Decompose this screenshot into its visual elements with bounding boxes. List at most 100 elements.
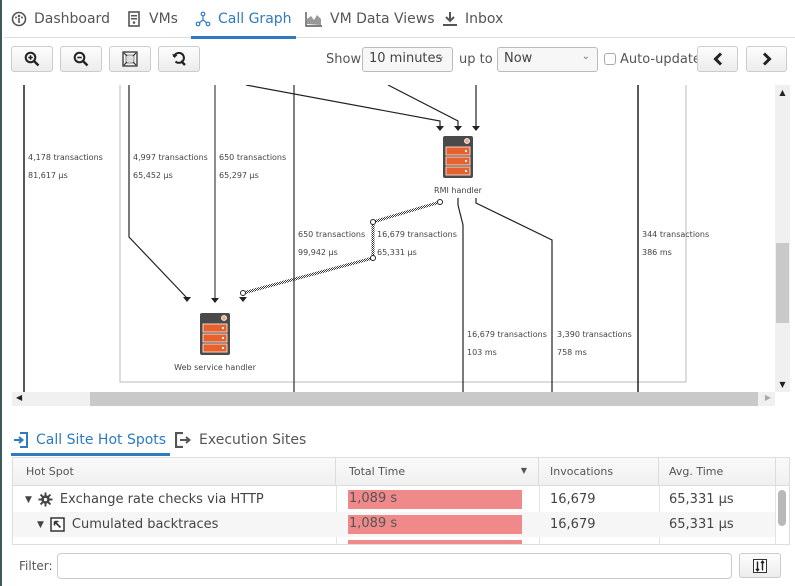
scroll-up-arrow[interactable]: ▲ bbox=[775, 88, 790, 97]
call-graph-canvas[interactable]: RMI handler Web service handler 4,178 tr… bbox=[12, 85, 775, 392]
edge-arrow bbox=[239, 297, 247, 302]
previous-button[interactable] bbox=[697, 46, 738, 72]
tab-dashboard[interactable]: Dashboard bbox=[11, 0, 110, 38]
hot-spot-name: Exchange rate checks via HTTP bbox=[59, 492, 264, 507]
zoom-out-button[interactable] bbox=[60, 46, 102, 72]
tab-inbox[interactable]: Inbox bbox=[442, 0, 503, 38]
tab-call-site-hot-spots[interactable]: Call Site Hot Spots bbox=[10, 424, 171, 456]
fit-to-window-button[interactable] bbox=[109, 46, 151, 72]
filter-options-icon bbox=[753, 558, 767, 573]
node-label: Web service handler bbox=[174, 363, 256, 372]
expand-toggle-icon[interactable]: ▼ bbox=[25, 495, 32, 505]
reset-zoom-button[interactable] bbox=[158, 46, 200, 72]
next-button[interactable] bbox=[746, 46, 787, 72]
edge-transactions-label: 344 transactions bbox=[642, 230, 709, 239]
chevron-left-icon bbox=[712, 52, 722, 66]
show-label: Show bbox=[326, 52, 362, 67]
tab-label: Execution Sites bbox=[199, 432, 307, 448]
hot-spot-cell: ▼ Cumulated backtraces bbox=[37, 512, 218, 537]
graph-vertical-scrollbar[interactable]: ▲ ▼ bbox=[775, 85, 790, 392]
tab-label: Dashboard bbox=[34, 11, 110, 27]
edge-time-label: 99,942 µs bbox=[298, 248, 338, 257]
time-range-select[interactable]: 10 minutes ⌄ bbox=[362, 47, 453, 72]
hot-spot-cell: ▼ Exchange rate checks via HTTP bbox=[25, 487, 264, 512]
auto-update-checkbox[interactable] bbox=[604, 53, 616, 65]
backtrace-icon bbox=[50, 517, 65, 532]
chevron-down-icon: ⌄ bbox=[581, 51, 590, 62]
column-header-avg-time[interactable]: Avg. Time bbox=[659, 458, 776, 486]
server-icon bbox=[442, 135, 474, 179]
edge-time-label: 65,452 µs bbox=[133, 171, 173, 180]
edge-time-label: 386 ms bbox=[642, 248, 672, 257]
column-header-label: Total Time bbox=[349, 465, 406, 478]
edge-time-label: 65,297 µs bbox=[219, 171, 259, 180]
edge-transactions-label: 4,178 transactions bbox=[28, 153, 103, 162]
edge-arrow bbox=[183, 297, 191, 302]
chevron-down-icon: ⌄ bbox=[436, 51, 445, 62]
edge-transactions-label: 16,679 transactions bbox=[467, 330, 547, 339]
graph-toolbar: Show 10 minutes ⌄ up to Now ⌄ Auto-updat… bbox=[4, 38, 795, 84]
table-row[interactable]: ▼ Exchange rate checks via HTTP 1,089 s … bbox=[13, 487, 775, 512]
vm-icon bbox=[126, 11, 142, 27]
tab-call-graph[interactable]: Call Graph bbox=[191, 0, 296, 39]
node-rmi-handler[interactable]: RMI handler bbox=[434, 135, 483, 195]
node-label: RMI handler bbox=[434, 186, 483, 195]
up-to-value: Now bbox=[504, 51, 533, 66]
expand-toggle-icon[interactable]: ▼ bbox=[37, 520, 44, 530]
scrollbar-thumb[interactable] bbox=[90, 392, 758, 406]
edge-arrow bbox=[472, 126, 480, 131]
filter-options-button[interactable] bbox=[739, 553, 781, 578]
up-to-label: up to bbox=[459, 52, 493, 67]
table-header: Hot Spot Total Time ▼ Invocations Avg. T… bbox=[13, 458, 789, 486]
edge-arrow bbox=[436, 126, 444, 131]
filter-input[interactable] bbox=[57, 553, 732, 579]
up-to-select[interactable]: Now ⌄ bbox=[497, 47, 598, 72]
graph-horizontal-scrollbar[interactable]: ◀ ▶ bbox=[12, 392, 775, 406]
table-row[interactable]: ▼ Cumulated backtraces 1,089 s 16,679 65… bbox=[13, 512, 775, 537]
avg-time-value: 65,331 µs bbox=[669, 492, 734, 507]
edge-line bbox=[128, 85, 188, 299]
edge-time-label: 758 ms bbox=[557, 348, 587, 357]
chevron-right-icon bbox=[762, 52, 772, 66]
edge-arrow bbox=[454, 126, 462, 131]
invocations-value: 16,679 bbox=[550, 517, 596, 532]
sort-descending-icon: ▼ bbox=[520, 466, 527, 475]
invocations-value: 16,679 bbox=[550, 492, 596, 507]
edge-transactions-label: 4,997 transactions bbox=[133, 153, 208, 162]
tab-execution-sites[interactable]: Execution Sites bbox=[175, 424, 306, 456]
edge-time-label: 103 ms bbox=[467, 348, 497, 357]
edge-arrow bbox=[211, 298, 219, 303]
table-row-partial[interactable] bbox=[13, 537, 775, 544]
edge-line bbox=[475, 198, 553, 392]
chart-area-icon bbox=[305, 11, 323, 27]
edge-joint bbox=[437, 199, 443, 205]
tab-vms[interactable]: VMs bbox=[126, 0, 178, 38]
scroll-right-arrow[interactable]: ▶ bbox=[765, 393, 771, 402]
tab-label: Call Graph bbox=[218, 11, 292, 27]
scroll-left-arrow[interactable]: ◀ bbox=[16, 393, 22, 402]
zoom-in-button[interactable] bbox=[11, 46, 53, 72]
filter-label: Filter: bbox=[19, 559, 53, 573]
scrollbar-thumb[interactable] bbox=[776, 243, 789, 323]
call-site-icon bbox=[14, 432, 28, 448]
gear-icon bbox=[38, 492, 53, 507]
edge-joint bbox=[370, 219, 376, 225]
column-header-total-time[interactable]: Total Time ▼ bbox=[336, 458, 539, 486]
edge-line bbox=[457, 198, 464, 392]
zoom-out-icon bbox=[73, 51, 89, 67]
auto-update-label: Auto-update bbox=[620, 52, 701, 67]
app-window: Dashboard VMs Call Graph VM Data Views I… bbox=[0, 0, 795, 586]
zoom-in-icon bbox=[24, 51, 40, 67]
edge-line bbox=[387, 85, 459, 127]
column-header-hot-spot[interactable]: Hot Spot bbox=[13, 458, 336, 486]
column-header-invocations[interactable]: Invocations bbox=[539, 458, 659, 486]
edge-time-label: 81,617 µs bbox=[28, 171, 68, 180]
tab-vm-data-views[interactable]: VM Data Views bbox=[305, 0, 435, 38]
scroll-down-arrow[interactable]: ▼ bbox=[775, 380, 790, 389]
total-time-value: 1,089 s bbox=[349, 491, 398, 506]
table-vertical-scrollbar[interactable] bbox=[776, 486, 789, 544]
node-web-service-handler[interactable]: Web service handler bbox=[174, 312, 257, 372]
scrollbar-thumb[interactable] bbox=[778, 490, 786, 526]
reset-icon bbox=[172, 51, 186, 66]
download-icon bbox=[442, 11, 458, 27]
